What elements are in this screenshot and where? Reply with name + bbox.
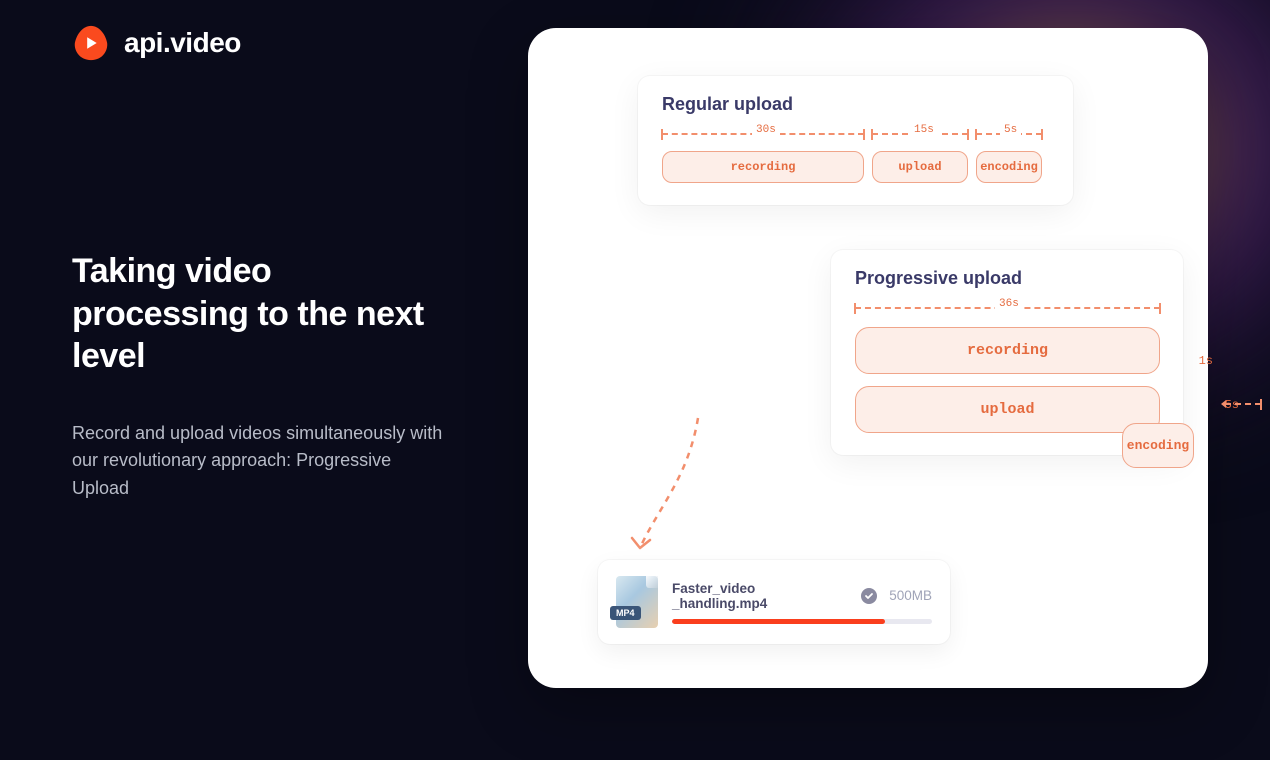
offset-upload-label: 1s xyxy=(1199,354,1213,368)
brand-name: api.video xyxy=(124,27,241,59)
regular-timeline: 30s 15s 5s xyxy=(662,127,1049,145)
progressive-timeline: 36s xyxy=(855,301,1159,321)
step-recording: recording xyxy=(662,151,864,183)
duration-recording: 30s xyxy=(752,124,780,136)
result-file-card: MP4 Faster_video _handling.mp4 500MB xyxy=(598,560,950,644)
file-name: Faster_video _handling.mp4 xyxy=(672,581,853,611)
file-size: 500MB xyxy=(889,588,932,603)
step-encoding: encoding xyxy=(976,151,1042,183)
logo-mark-icon xyxy=(72,24,110,62)
step-recording-progressive: recording xyxy=(855,327,1160,374)
diagram-card: Regular upload 30s 15s 5s recording uplo… xyxy=(528,28,1208,688)
duration-encoding: 5s xyxy=(1000,124,1021,136)
regular-steps: recording upload encoding xyxy=(662,151,1049,183)
upload-progress-track xyxy=(672,619,932,624)
regular-upload-panel: Regular upload 30s 15s 5s recording uplo… xyxy=(638,76,1073,205)
progressive-upload-title: Progressive upload xyxy=(855,268,1159,289)
file-type-icon: MP4 xyxy=(616,576,658,628)
verified-check-icon xyxy=(861,588,877,604)
offset-encoding-label: 5s xyxy=(1225,398,1239,412)
step-upload: upload xyxy=(872,151,968,183)
duration-total: 36s xyxy=(995,298,1023,310)
flow-arrow-icon xyxy=(618,408,718,568)
file-badge: MP4 xyxy=(610,606,641,620)
subheadline: Record and upload videos simultaneously … xyxy=(72,420,452,504)
offset-encoding-dash xyxy=(1225,403,1261,405)
hero-copy: Taking video processing to the next leve… xyxy=(72,250,452,503)
upload-progress-fill xyxy=(672,619,885,624)
step-upload-progressive: upload xyxy=(855,386,1160,433)
headline: Taking video processing to the next leve… xyxy=(72,250,452,378)
step-encoding-progressive: encoding xyxy=(1122,423,1194,468)
duration-upload: 15s xyxy=(910,124,938,136)
brand-logo: api.video xyxy=(72,24,241,62)
regular-upload-title: Regular upload xyxy=(662,94,1049,115)
